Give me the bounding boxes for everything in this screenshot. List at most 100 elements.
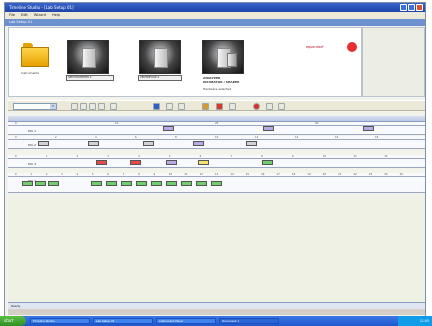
lane-label: Mix 1	[28, 129, 37, 133]
step-block-green[interactable]	[22, 181, 33, 186]
step-block-purple[interactable]	[166, 160, 177, 165]
timeline-lane-3: Mix 3	[8, 155, 425, 168]
view-dropdown[interactable]: ▾	[13, 103, 57, 110]
lane-label: Mix 2	[28, 143, 37, 147]
title-bar: Timeline Studio - [Lab Setup 01]	[5, 3, 425, 12]
menu-help[interactable]: Help	[52, 13, 60, 17]
tick-label: 9	[153, 173, 156, 176]
step-block-green[interactable]	[181, 181, 192, 186]
tick-label: 14	[295, 136, 299, 139]
tick-label: 2	[55, 136, 57, 139]
tick-label: 3	[107, 155, 109, 158]
taskbar: start Timeline Studio Lab Setup 01 Instr…	[0, 316, 432, 326]
tick-label: 8	[138, 173, 140, 176]
step-block-green[interactable]	[211, 181, 222, 186]
step-block-purple[interactable]	[163, 126, 174, 131]
paste-icon[interactable]	[110, 103, 117, 110]
step-block-yellow[interactable]	[198, 160, 209, 165]
menu-file[interactable]: File	[9, 13, 15, 17]
toolbar: ▾	[8, 100, 425, 111]
tick-label: 24	[384, 173, 388, 176]
step-block-green[interactable]	[48, 181, 59, 186]
window-title: Timeline Studio - [Lab Setup 01]	[9, 5, 74, 10]
step-block-gray[interactable]	[88, 141, 99, 146]
delete-icon[interactable]	[253, 103, 260, 110]
logo-mark	[347, 42, 357, 52]
tick-label: 1	[45, 155, 48, 158]
folder-icon[interactable]	[21, 43, 49, 67]
tick-label: 16	[335, 136, 339, 139]
zoom-in-icon[interactable]	[266, 103, 273, 110]
minimize-button[interactable]	[400, 4, 407, 11]
zoom-out-icon[interactable]	[278, 103, 285, 110]
tick-label: 10	[115, 122, 119, 125]
stop-icon[interactable]	[216, 103, 223, 110]
step-block-green[interactable]	[106, 181, 117, 186]
step-block-purple[interactable]	[363, 126, 374, 131]
step-block-red[interactable]	[130, 160, 141, 165]
cut-icon[interactable]	[89, 103, 96, 110]
tick-label: 16	[261, 173, 265, 176]
document-label: Lab Setup 01	[9, 20, 33, 24]
tick-label: 12	[384, 155, 388, 158]
tick-label: 0	[15, 155, 17, 158]
tick-label: 25	[399, 173, 403, 176]
status-bar: Ready	[8, 302, 425, 309]
open-icon[interactable]	[71, 103, 78, 110]
tick-label: 20	[322, 173, 326, 176]
tick-label: 15	[245, 173, 250, 176]
record-icon[interactable]	[229, 103, 236, 110]
tick-label: 6	[199, 155, 202, 158]
close-button[interactable]	[416, 4, 423, 11]
pointer-icon[interactable]	[153, 103, 160, 110]
start-icon[interactable]	[202, 103, 209, 110]
step-block-green[interactable]	[35, 181, 46, 186]
taskbar-item[interactable]: Lab Setup 01	[93, 318, 153, 324]
start-button[interactable]: start	[0, 316, 26, 326]
step-block-purple[interactable]	[193, 141, 204, 146]
tick-label: 7	[230, 155, 233, 158]
save-icon[interactable]	[80, 103, 87, 110]
instrument-thumb-3[interactable]	[202, 40, 244, 74]
folder-caption: Instruments	[21, 71, 40, 75]
step-block-purple[interactable]	[263, 126, 274, 131]
copy-icon[interactable]	[98, 103, 105, 110]
tick-label: 0	[15, 136, 17, 139]
maximize-button[interactable]	[408, 4, 415, 11]
tick-label: 11	[353, 155, 357, 158]
tick-label: 3	[61, 173, 63, 176]
logo-text: eppendorf	[306, 45, 324, 49]
tick-label: 9	[291, 155, 294, 158]
link-icon[interactable]	[178, 103, 185, 110]
step-block-green[interactable]	[166, 181, 177, 186]
menu-edit[interactable]: Edit	[21, 13, 28, 17]
step-block-gray[interactable]	[143, 141, 154, 146]
step-block-green[interactable]	[136, 181, 147, 186]
brand-logo: eppendorf	[306, 42, 362, 54]
document-bar: Lab Setup 01	[5, 19, 425, 26]
step-block-green[interactable]	[196, 181, 207, 186]
step-block-red[interactable]	[96, 160, 107, 165]
tick-label: 30	[315, 122, 319, 125]
instrument-thumb-1[interactable]	[67, 40, 109, 74]
tick-label: 8	[175, 136, 177, 139]
work-area[interactable]	[8, 196, 425, 302]
instrument-thumb-2[interactable]	[139, 40, 181, 74]
step-block-gray[interactable]	[38, 141, 49, 146]
tick-label: 10	[168, 173, 173, 176]
menu-wizard[interactable]: Wizard	[34, 13, 46, 17]
taskbar-item[interactable]: Timeline Studio	[30, 318, 90, 324]
step-block-green[interactable]	[121, 181, 132, 186]
step-block-green[interactable]	[151, 181, 162, 186]
taskbar-item[interactable]: Instrument Panel	[156, 318, 216, 324]
step-block-green[interactable]	[91, 181, 102, 186]
instrument-caption-2: CENTRIFUGE 4	[138, 75, 182, 81]
instrument-panel: Instruments SPECTROMETER 2 CENTRIFUGE 4 …	[8, 27, 362, 97]
step-block-gray[interactable]	[246, 141, 257, 146]
taskbar-item[interactable]: Document 1	[219, 318, 279, 324]
chart-icon[interactable]	[166, 103, 173, 110]
step-block-green[interactable]	[262, 160, 273, 165]
horizontal-scrollbar[interactable]	[8, 309, 425, 315]
chevron-down-icon[interactable]: ▾	[50, 104, 56, 109]
instrument-status: Hardware selected	[203, 87, 232, 91]
